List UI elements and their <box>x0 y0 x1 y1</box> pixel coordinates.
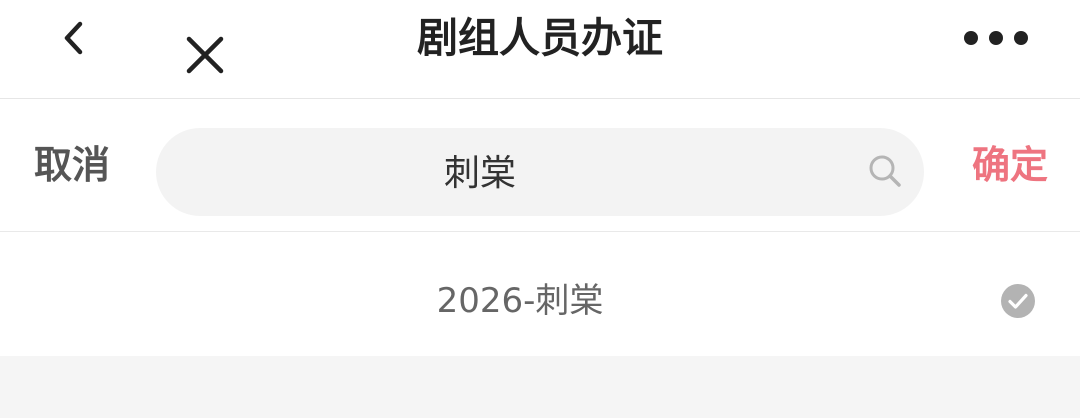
confirm-button[interactable]: 确定 <box>960 135 1060 195</box>
result-list: 2026-刺棠 <box>0 232 1080 356</box>
top-navigation-bar: 剧组人员办证 <box>0 0 1080 99</box>
search-input[interactable]: 刺棠 <box>156 128 924 216</box>
cancel-button[interactable]: 取消 <box>22 135 122 195</box>
search-query-text[interactable]: 刺棠 <box>156 128 804 216</box>
list-item[interactable]: 2026-刺棠 <box>0 232 1080 356</box>
search-icon[interactable] <box>866 152 904 190</box>
more-dots-icon <box>964 31 1028 45</box>
search-row: 取消 刺棠 确定 <box>0 99 1080 232</box>
check-circle-icon <box>1001 284 1035 318</box>
page: 剧组人员办证 取消 刺棠 确定 2026-刺棠 <box>0 0 1080 418</box>
list-item-label: 2026-刺棠 <box>436 281 604 321</box>
more-button[interactable] <box>958 22 1034 54</box>
page-title: 剧组人员办证 <box>417 14 663 62</box>
